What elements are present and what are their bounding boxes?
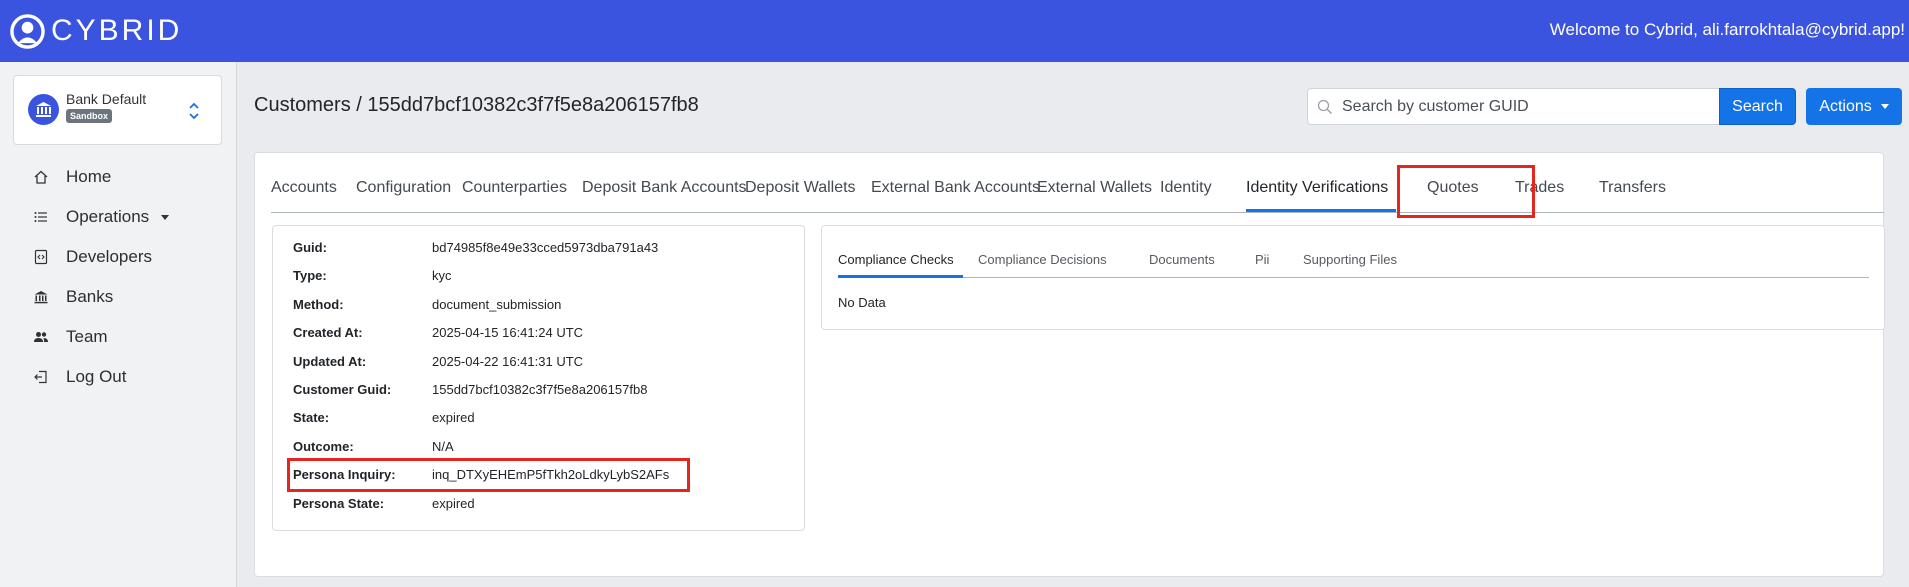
subtab-supporting-files[interactable]: Supporting Files xyxy=(1303,252,1397,267)
brand-name: CYBRID xyxy=(51,14,183,47)
tab-identity-verifications[interactable]: Identity Verifications xyxy=(1246,179,1388,197)
sidebar-item-label: Banks xyxy=(66,287,114,306)
cybrid-logo[interactable]: CYBRID xyxy=(10,13,183,49)
detail-key: Outcome: xyxy=(293,439,354,454)
detail-key: Persona State: xyxy=(293,496,385,511)
sidebar: Bank Default Sandbox Home Operations Dev… xyxy=(0,62,237,587)
detail-key: Type: xyxy=(293,268,327,283)
verification-subtabs: Compliance Checks Compliance Decisions D… xyxy=(838,242,1869,278)
detail-key: Updated At: xyxy=(293,354,367,369)
detail-value: document_submission xyxy=(432,297,562,312)
welcome-message: Welcome to Cybrid, ali.farrokhtala@cybri… xyxy=(1549,20,1905,39)
customer-detail-card: Accounts Configuration Counterparties De… xyxy=(254,152,1885,577)
detail-value: bd74985f8e49e33cced5973dba791a43 xyxy=(432,240,659,255)
tab-transfers[interactable]: Transfers xyxy=(1599,179,1666,197)
bank-selector[interactable]: Bank Default Sandbox xyxy=(13,75,222,145)
sidebar-item-label: Operations xyxy=(66,207,150,226)
subtab-documents[interactable]: Documents xyxy=(1149,252,1215,267)
sidebar-item-developers[interactable]: Developers xyxy=(0,237,237,277)
subtab-compliance-checks[interactable]: Compliance Checks xyxy=(838,252,954,267)
active-subtab-indicator xyxy=(838,275,963,278)
search-input[interactable] xyxy=(1342,89,1712,124)
detail-key: Method: xyxy=(293,297,344,312)
detail-key: Created At: xyxy=(293,325,363,340)
sidebar-item-label: Developers xyxy=(66,247,152,266)
bank-icon xyxy=(33,289,49,305)
detail-value: N/A xyxy=(432,439,454,454)
detail-value: expired xyxy=(432,410,475,425)
breadcrumb: Customers / 155dd7bcf10382c3f7f5e8a20615… xyxy=(254,94,699,116)
subtab-compliance-decisions[interactable]: Compliance Decisions xyxy=(978,252,1107,267)
tab-deposit-bank-accounts[interactable]: Deposit Bank Accounts xyxy=(582,179,747,197)
logout-icon xyxy=(33,369,49,385)
search-box xyxy=(1307,88,1720,125)
sidebar-nav: Home Operations Developers Banks Team Lo… xyxy=(0,157,237,397)
environment-badge: Sandbox xyxy=(66,109,113,123)
verification-subtabs-card: Compliance Checks Compliance Decisions D… xyxy=(821,225,1885,330)
sidebar-item-operations[interactable]: Operations xyxy=(0,197,237,237)
sidebar-item-label: Log Out xyxy=(66,367,127,386)
top-bar: CYBRID Welcome to Cybrid, ali.farrokhtal… xyxy=(0,0,1909,62)
detail-key: State: xyxy=(293,410,330,425)
empty-state-message: No Data xyxy=(838,295,886,310)
actions-label: Actions xyxy=(1819,97,1872,115)
highlight-box-identity-verifications xyxy=(1397,165,1535,218)
detail-value: expired xyxy=(432,496,475,511)
detail-value: 2025-04-22 16:41:31 UTC xyxy=(432,354,584,369)
caret-down-icon xyxy=(1880,104,1889,109)
code-file-icon xyxy=(33,249,49,265)
sidebar-item-label: Team xyxy=(66,327,108,346)
detail-value: kyc xyxy=(432,268,452,283)
home-icon xyxy=(33,169,49,185)
bank-icon xyxy=(36,102,51,117)
active-tab-indicator xyxy=(1246,209,1396,212)
search-button[interactable]: Search xyxy=(1719,88,1796,125)
chevron-up-down-icon[interactable] xyxy=(187,100,201,122)
sidebar-item-home[interactable]: Home xyxy=(0,157,237,197)
detail-value: 2025-04-15 16:41:24 UTC xyxy=(432,325,584,340)
highlight-box-persona-inquiry xyxy=(287,458,690,492)
detail-key: Guid: xyxy=(293,240,327,255)
sidebar-item-banks[interactable]: Banks xyxy=(0,277,237,317)
cybrid-logo-icon xyxy=(10,13,45,49)
tab-accounts[interactable]: Accounts xyxy=(271,179,337,197)
list-icon xyxy=(33,209,49,225)
sidebar-item-log-out[interactable]: Log Out xyxy=(0,357,237,397)
tab-configuration[interactable]: Configuration xyxy=(356,179,451,197)
tab-external-wallets[interactable]: External Wallets xyxy=(1037,179,1152,197)
sidebar-item-label: Home xyxy=(66,167,112,186)
bank-avatar xyxy=(28,94,59,125)
caret-down-icon xyxy=(161,214,170,220)
sidebar-item-team[interactable]: Team xyxy=(0,317,237,357)
tab-deposit-wallets[interactable]: Deposit Wallets xyxy=(745,179,856,197)
tab-counterparties[interactable]: Counterparties xyxy=(462,179,567,197)
bank-name: Bank Default xyxy=(66,91,147,107)
actions-dropdown-button[interactable]: Actions xyxy=(1806,88,1902,125)
customer-tabs: Accounts Configuration Counterparties De… xyxy=(271,169,1884,213)
search-icon xyxy=(1317,99,1332,114)
detail-key: Customer Guid: xyxy=(293,382,392,397)
people-icon xyxy=(33,329,49,345)
subtab-pii[interactable]: Pii xyxy=(1255,252,1269,267)
detail-value: 155dd7bcf10382c3f7f5e8a206157fb8 xyxy=(432,382,648,397)
tab-external-bank-accounts[interactable]: External Bank Accounts xyxy=(871,179,1040,197)
tab-identity[interactable]: Identity xyxy=(1160,179,1212,197)
